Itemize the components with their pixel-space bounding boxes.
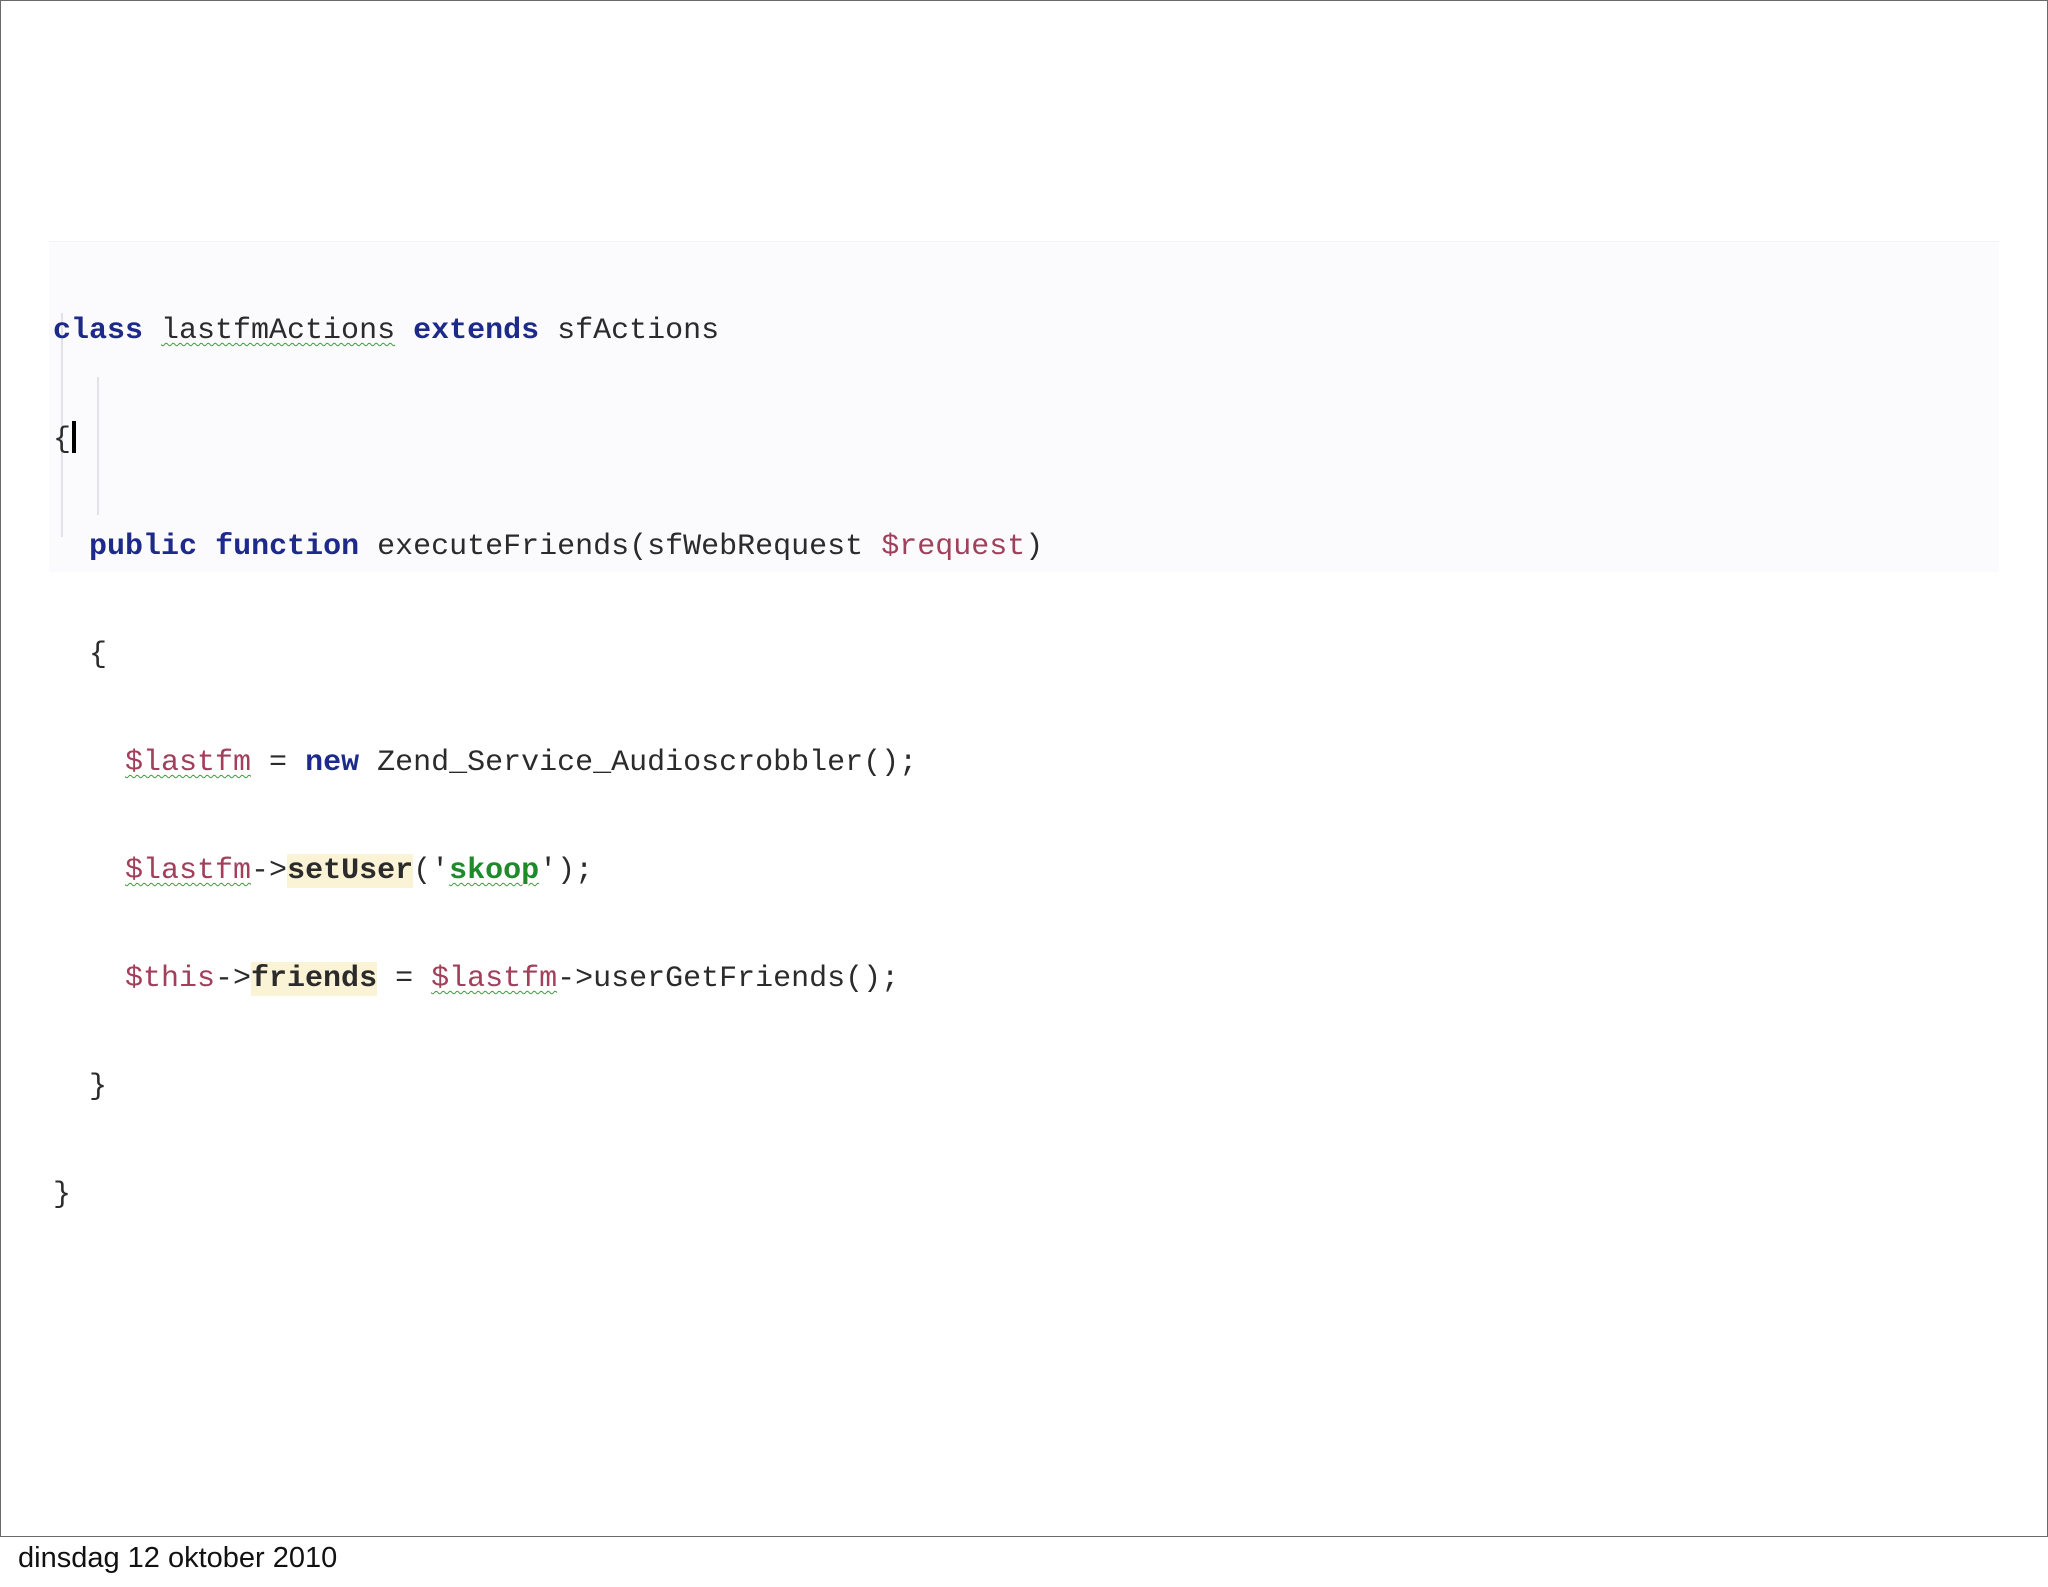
param-request: $request bbox=[881, 530, 1026, 564]
method-setuser: setUser bbox=[287, 854, 414, 888]
open-brace: { bbox=[53, 423, 72, 457]
parent-class-name: sfActions bbox=[557, 314, 720, 348]
string-literal: skoop bbox=[449, 854, 540, 888]
class-name: lastfmActions bbox=[161, 314, 396, 348]
code-line-9: } bbox=[53, 1177, 1043, 1213]
var-lastfm: $lastfm bbox=[431, 962, 558, 996]
function-signature: executeFriends(sfWebRequest bbox=[377, 530, 882, 564]
constructor-call: Zend_Service_Audioscrobbler(); bbox=[359, 746, 918, 780]
footer-date: dinsdag 12 oktober 2010 bbox=[18, 1542, 338, 1574]
slide-canvas: class lastfmActions extends sfActions { … bbox=[0, 0, 2048, 1537]
code-editor[interactable]: class lastfmActions extends sfActions { … bbox=[53, 241, 1043, 1285]
keyword-new: new bbox=[305, 746, 360, 780]
close-paren: ) bbox=[1025, 530, 1044, 564]
code-line-5: $lastfm = new Zend_Service_Audioscrobble… bbox=[53, 745, 1043, 781]
keyword-function: function bbox=[215, 530, 360, 564]
arrow-op: -> bbox=[251, 854, 288, 888]
code-line-6: $lastfm->setUser('skoop'); bbox=[53, 853, 1043, 889]
property-friends: friends bbox=[251, 962, 378, 996]
code-line-2: { bbox=[53, 421, 1043, 457]
method-call: ->userGetFriends(); bbox=[557, 962, 900, 996]
keyword-class: class bbox=[53, 314, 144, 348]
keyword-public: public bbox=[89, 530, 198, 564]
close-brace-method: } bbox=[89, 1070, 108, 1104]
assign-op: = bbox=[377, 962, 432, 996]
var-lastfm: $lastfm bbox=[125, 746, 252, 780]
open-brace-method: { bbox=[89, 638, 108, 672]
close-brace-class: } bbox=[53, 1178, 72, 1212]
text-cursor bbox=[72, 421, 77, 453]
assign-op: = bbox=[251, 746, 306, 780]
code-line-1: class lastfmActions extends sfActions bbox=[53, 313, 1043, 349]
code-line-4: { bbox=[53, 637, 1043, 673]
var-lastfm: $lastfm bbox=[125, 854, 252, 888]
arrow-op: -> bbox=[215, 962, 252, 996]
code-line-7: $this->friends = $lastfm->userGetFriends… bbox=[53, 961, 1043, 997]
keyword-extends: extends bbox=[413, 314, 540, 348]
close-quote-paren: '); bbox=[539, 854, 594, 888]
code-line-3: public function executeFriends(sfWebRequ… bbox=[53, 529, 1043, 565]
code-line-8: } bbox=[53, 1069, 1043, 1105]
var-this: $this bbox=[125, 962, 216, 996]
open-paren-quote: (' bbox=[413, 854, 450, 888]
